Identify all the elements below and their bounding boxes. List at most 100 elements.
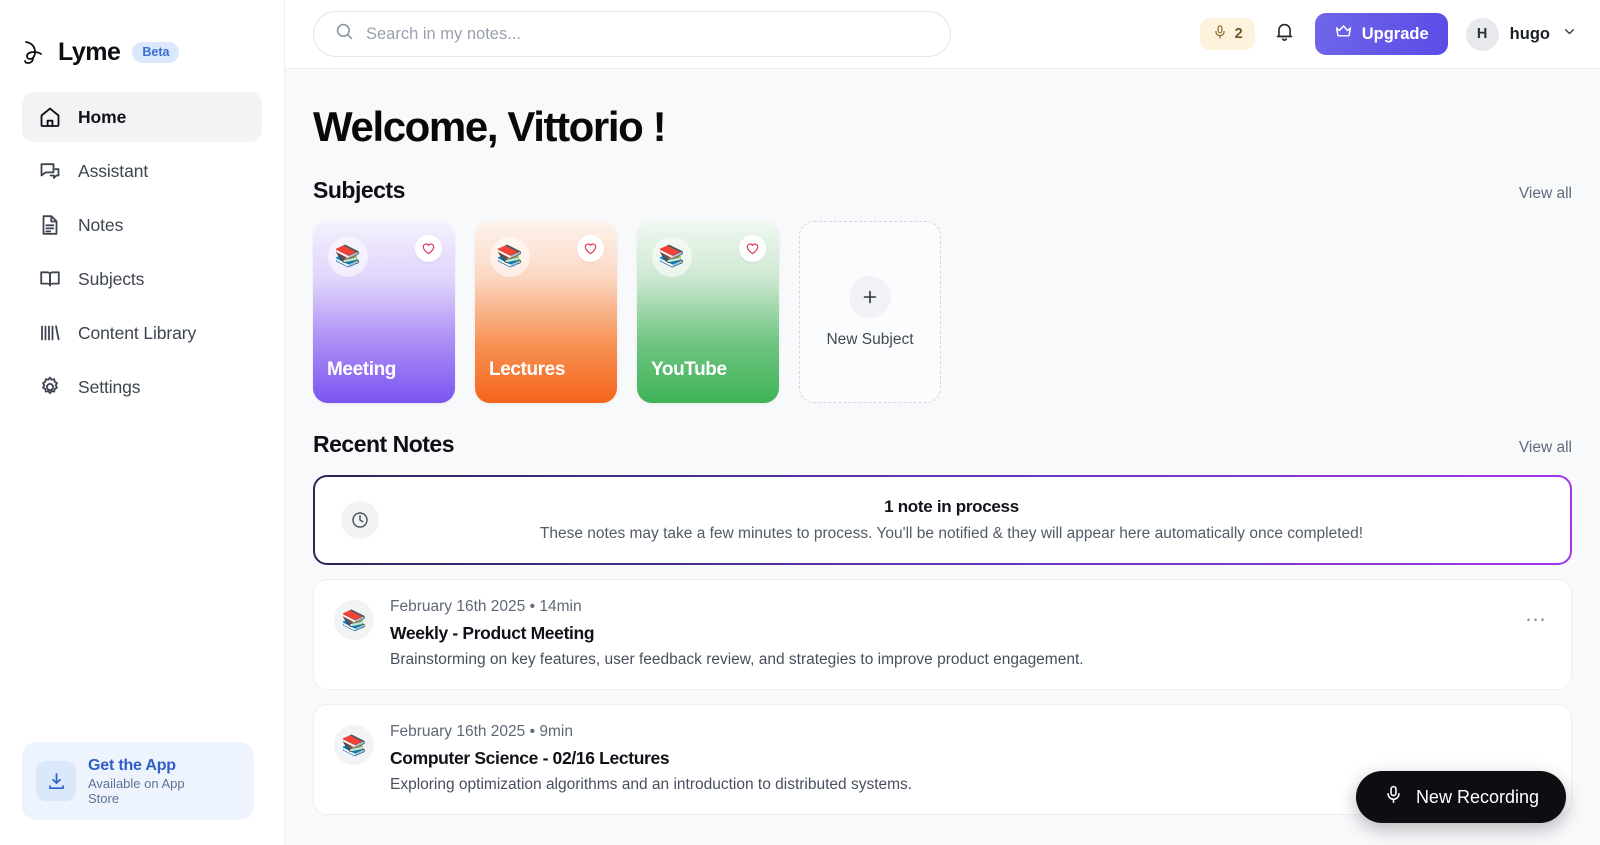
search-box[interactable] xyxy=(313,11,951,57)
book-open-icon xyxy=(38,267,62,291)
note-body: February 16th 2025 • 14min Weekly - Prod… xyxy=(390,598,1507,669)
note-description: Brainstorming on key features, user feed… xyxy=(390,651,1084,668)
note-card[interactable]: 📚 February 16th 2025 • 14min Weekly - Pr… xyxy=(313,579,1572,690)
new-recording-label: New Recording xyxy=(1415,786,1539,807)
processing-banner-text: 1 note in process These notes may take a… xyxy=(397,497,1544,543)
new-subject-button[interactable]: New Subject xyxy=(799,221,941,403)
profile-menu[interactable]: H hugo xyxy=(1464,17,1578,51)
upgrade-label: Upgrade xyxy=(1361,24,1429,43)
note-title: Computer Science - 02/16 Lectures xyxy=(390,748,670,768)
sidebar-item-content-library[interactable]: Content Library xyxy=(22,308,262,358)
credits-count: 2 xyxy=(1234,26,1243,42)
document-icon xyxy=(38,213,62,237)
recent-notes-header: Recent Notes View all xyxy=(313,431,1572,458)
search-icon xyxy=(334,21,355,47)
books-icon: 📚 xyxy=(328,237,368,277)
lyme-logo-icon xyxy=(22,38,48,66)
upgrade-button[interactable]: Upgrade xyxy=(1314,13,1448,55)
sidebar-item-label: Assistant xyxy=(78,160,149,181)
microphone-icon xyxy=(1383,784,1404,810)
favorite-button[interactable] xyxy=(577,235,604,262)
sidebar-item-home[interactable]: Home xyxy=(22,92,262,142)
sidebar-item-label: Content Library xyxy=(78,322,197,343)
favorite-button[interactable] xyxy=(415,235,442,262)
app-root: Lyme Beta Home Assistant Notes Subjects … xyxy=(0,0,1600,845)
processing-banner-inner: 1 note in process These notes may take a… xyxy=(317,479,1568,561)
heart-icon xyxy=(746,243,759,255)
note-meta: February 16th 2025 • 9min xyxy=(390,723,1549,741)
subjects-section-header: Subjects View all xyxy=(313,177,1572,204)
notifications-button[interactable] xyxy=(1271,20,1299,48)
note-meta-separator: • xyxy=(529,723,536,740)
chat-bubbles-icon xyxy=(38,159,62,183)
note-duration: 14min xyxy=(539,598,582,615)
note-title: Weekly - Product Meeting xyxy=(390,623,595,643)
clock-icon xyxy=(341,501,379,539)
content-area: Welcome, Vittorio ! Subjects View all 📚 … xyxy=(285,69,1600,845)
sidebar-item-label: Subjects xyxy=(78,268,145,289)
topbar-right: 2 Upgrade H hugo xyxy=(1199,13,1578,55)
subject-card-youtube[interactable]: 📚 YouTube xyxy=(637,221,779,403)
heart-icon xyxy=(422,243,435,255)
recording-credits-badge[interactable]: 2 xyxy=(1199,18,1255,50)
gear-icon xyxy=(38,375,62,399)
subject-card-lectures[interactable]: 📚 Lectures xyxy=(475,221,617,403)
new-recording-button[interactable]: New Recording xyxy=(1355,771,1566,823)
books-icon: 📚 xyxy=(334,600,374,640)
subjects-title: Subjects xyxy=(313,177,405,203)
get-the-app-card[interactable]: Get the App Available on App Store xyxy=(22,742,254,820)
sidebar-item-settings[interactable]: Settings xyxy=(22,362,262,412)
chevron-down-icon xyxy=(1561,23,1578,45)
brand: Lyme Beta xyxy=(0,0,284,78)
note-date: February 16th 2025 xyxy=(390,598,526,615)
books-icon: 📚 xyxy=(490,237,530,277)
get-the-app-subtitle: Available on App Store xyxy=(88,775,185,806)
avatar: H xyxy=(1465,17,1499,51)
sidebar-item-label: Notes xyxy=(78,214,124,235)
processing-title: 1 note in process xyxy=(884,497,1019,516)
get-the-app-text: Get the App Available on App Store xyxy=(88,757,218,806)
books-icon: 📚 xyxy=(334,725,374,765)
note-duration: 9min xyxy=(539,723,573,740)
search-input[interactable] xyxy=(366,24,930,44)
get-the-app-title: Get the App xyxy=(88,756,176,774)
profile-name: hugo xyxy=(1509,24,1550,43)
note-date: February 16th 2025 xyxy=(390,723,526,740)
sidebar-item-label: Settings xyxy=(78,376,141,397)
heart-icon xyxy=(584,243,597,255)
beta-badge: Beta xyxy=(132,41,180,63)
new-subject-label: New Subject xyxy=(826,330,914,348)
processing-banner: 1 note in process These notes may take a… xyxy=(313,475,1572,565)
subject-name: Lectures xyxy=(489,359,566,380)
sidebar-item-assistant[interactable]: Assistant xyxy=(22,146,262,196)
sidebar-item-subjects[interactable]: Subjects xyxy=(22,254,262,304)
subject-name: YouTube xyxy=(651,359,727,380)
subjects-list: 📚 Meeting 📚 Lectures 📚 YouTube New Subje… xyxy=(313,221,1572,403)
processing-subtitle: These notes may take a few minutes to pr… xyxy=(539,525,1364,542)
recent-notes-title: Recent Notes xyxy=(313,431,454,457)
sidebar: Lyme Beta Home Assistant Notes Subjects … xyxy=(0,0,285,845)
sidebar-nav: Home Assistant Notes Subjects Content Li… xyxy=(0,92,284,412)
subject-card-meeting[interactable]: 📚 Meeting xyxy=(313,221,455,403)
subject-name: Meeting xyxy=(327,359,396,380)
recent-notes-section: Recent Notes View all 1 note in process … xyxy=(313,431,1572,815)
plus-icon xyxy=(849,275,891,318)
sidebar-item-label: Home xyxy=(78,106,127,127)
brand-name: Lyme xyxy=(58,37,121,66)
ellipsis-icon[interactable]: ⋯ xyxy=(1523,609,1549,630)
sidebar-item-notes[interactable]: Notes xyxy=(22,200,262,250)
library-bars-icon xyxy=(38,321,62,345)
favorite-button[interactable] xyxy=(739,235,766,262)
microphone-icon xyxy=(1212,24,1228,45)
subjects-view-all-link[interactable]: View all xyxy=(1519,185,1572,203)
recent-notes-view-all-link[interactable]: View all xyxy=(1519,439,1572,457)
home-icon xyxy=(38,105,62,129)
note-meta: February 16th 2025 • 14min xyxy=(390,598,1507,616)
page-title: Welcome, Vittorio ! xyxy=(313,103,667,150)
bell-icon xyxy=(1273,20,1296,48)
main-area: 2 Upgrade xyxy=(285,0,1600,845)
note-meta-separator: • xyxy=(529,598,536,615)
books-icon: 📚 xyxy=(652,237,692,277)
download-icon xyxy=(36,761,76,801)
topbar: 2 Upgrade xyxy=(285,0,1600,69)
